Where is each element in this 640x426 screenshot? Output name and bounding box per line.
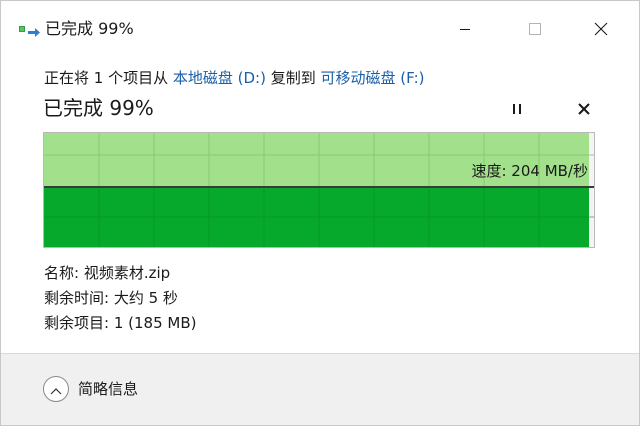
time-remaining: 剩余时间: 大约 5 秒 [44,289,178,307]
file-copy-icon [19,23,41,37]
speed-line [44,186,594,188]
window-title: 已完成 99% [45,19,134,38]
cancel-button[interactable] [571,97,597,123]
copy-middle: 复制到 [265,69,321,87]
title-bar[interactable]: 已完成 99% [1,1,639,53]
copy-progress-dialog: 已完成 99% 正在将 1 个项目从 本地磁盘 (D:) 复制到 可移动磁盘 (… [0,0,640,426]
transfer-speed-graph: 速度: 204 MB/秒 [43,132,595,248]
cancel-icon [577,101,591,120]
source-link[interactable]: 本地磁盘 (D:) [173,69,266,87]
file-name: 名称: 视频素材.zip [44,264,171,282]
graph-grid [44,133,594,247]
progress-title: 已完成 99% [43,96,154,120]
pause-icon [511,101,523,120]
maximize-icon [528,22,542,36]
dialog-footer: 简略信息 [1,353,639,425]
close-icon [594,22,608,36]
pause-button[interactable] [504,97,530,123]
collapse-details-button[interactable] [43,376,69,402]
destination-link[interactable]: 可移动磁盘 (F:) [320,69,424,87]
close-button[interactable] [581,13,621,45]
copy-prefix: 正在将 1 个项目从 [44,69,173,87]
fewer-details-label[interactable]: 简略信息 [78,379,138,399]
items-remaining: 剩余项目: 1 (185 MB) [44,314,197,332]
copy-description: 正在将 1 个项目从 本地磁盘 (D:) 复制到 可移动磁盘 (F:) [44,68,424,88]
minimize-icon [459,23,471,35]
chevron-up-icon [50,380,62,399]
maximize-button[interactable] [515,13,555,45]
speed-label: 速度: 204 MB/秒 [471,162,588,180]
minimize-button[interactable] [445,13,485,45]
